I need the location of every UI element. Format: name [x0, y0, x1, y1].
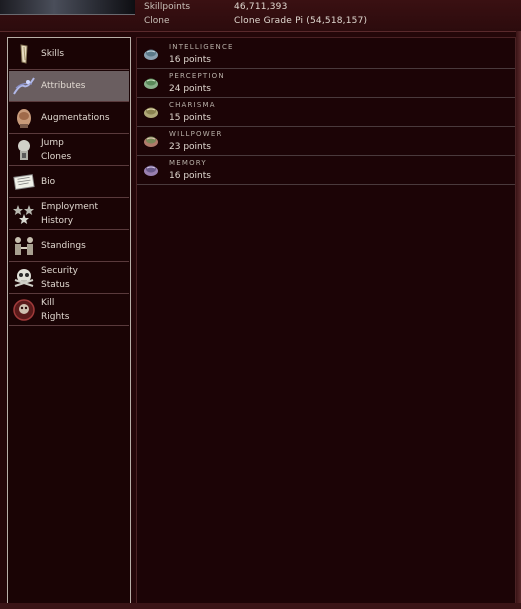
sidebar-item-label: Skills	[41, 49, 65, 59]
sidebar-item-standings[interactable]: Standings	[9, 231, 129, 262]
willpower-icon	[144, 136, 158, 147]
sidebar-item-skills[interactable]: Skills	[9, 39, 129, 70]
skillpoints-label: Skillpoints	[144, 2, 191, 12]
security-status-icon	[12, 266, 36, 290]
sidebar-item-label: Status	[41, 280, 70, 290]
sidebar-item-label: Standings	[41, 241, 86, 251]
sidebar-item-label: Attributes	[41, 81, 86, 91]
character-portrait	[0, 0, 135, 15]
attribute-name: CHARISMA	[169, 101, 216, 109]
sidebar: Skills Attributes Augmentations Jump Clo…	[7, 37, 131, 604]
attribute-name: WILLPOWER	[169, 130, 223, 138]
character-header: Skillpoints 46,711,393 Clone Clone Grade…	[0, 0, 521, 32]
sidebar-item-label: Augmentations	[41, 113, 110, 123]
sidebar-item-label: History	[41, 216, 74, 226]
sidebar-item-employment-history[interactable]: Employment History	[9, 199, 129, 230]
sidebar-item-label: Employment	[41, 202, 99, 212]
window-right-border	[516, 31, 521, 609]
sidebar-item-jump-clones[interactable]: Jump Clones	[9, 135, 129, 166]
sidebar-item-label: Kill	[41, 298, 55, 308]
attribute-row-memory[interactable]: MEMORY 16 points	[137, 156, 515, 185]
sidebar-item-label: Security	[41, 266, 78, 276]
bio-icon	[12, 170, 36, 194]
attribute-row-willpower[interactable]: WILLPOWER 23 points	[137, 127, 515, 156]
intelligence-icon	[144, 49, 158, 60]
attribute-points: 23 points	[169, 142, 211, 152]
attribute-name: MEMORY	[169, 159, 207, 167]
attribute-points: 16 points	[169, 55, 211, 65]
jump-clones-icon	[12, 138, 36, 162]
attributes-panel: INTELLIGENCE 16 points PERCEPTION 24 poi…	[136, 37, 516, 605]
sidebar-item-augmentations[interactable]: Augmentations	[9, 103, 129, 134]
attribute-row-charisma[interactable]: CHARISMA 15 points	[137, 98, 515, 127]
sidebar-item-kill-rights[interactable]: Kill Rights	[9, 295, 129, 326]
attribute-points: 16 points	[169, 171, 211, 181]
sidebar-item-label: Bio	[41, 177, 56, 187]
attribute-row-intelligence[interactable]: INTELLIGENCE 16 points	[137, 40, 515, 69]
clone-value: Clone Grade Pi (54,518,157)	[234, 16, 368, 26]
kill-rights-icon	[12, 298, 36, 322]
perception-icon	[144, 78, 158, 89]
clone-label: Clone	[144, 16, 170, 26]
attribute-points: 15 points	[169, 113, 211, 123]
sidebar-item-security-status[interactable]: Security Status	[9, 263, 129, 294]
charisma-icon	[144, 107, 158, 118]
skills-icon	[12, 42, 36, 66]
sidebar-item-label: Clones	[41, 152, 72, 162]
sidebar-item-label: Rights	[41, 312, 70, 322]
attribute-points: 24 points	[169, 84, 211, 94]
standings-icon	[12, 234, 36, 258]
window-bottom-border	[0, 603, 521, 609]
skillpoints-value: 46,711,393	[234, 2, 288, 12]
attribute-name: INTELLIGENCE	[169, 43, 234, 51]
memory-icon	[144, 165, 158, 176]
augmentations-icon	[12, 106, 36, 130]
attributes-icon	[12, 74, 36, 98]
attribute-row-perception[interactable]: PERCEPTION 24 points	[137, 69, 515, 98]
sidebar-item-attributes[interactable]: Attributes	[9, 71, 129, 102]
employment-history-icon	[12, 202, 36, 226]
sidebar-item-bio[interactable]: Bio	[9, 167, 129, 198]
attribute-name: PERCEPTION	[169, 72, 225, 80]
sidebar-item-label: Jump	[41, 138, 64, 148]
